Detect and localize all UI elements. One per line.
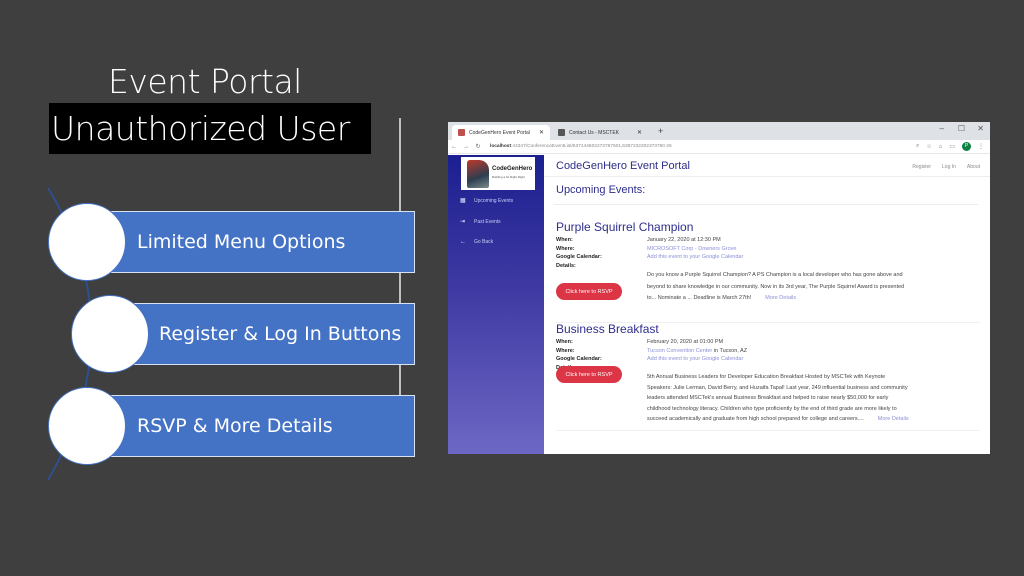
tab-label: Contact Us - MSCTEK bbox=[569, 129, 620, 136]
rsvp-button[interactable]: Click here to RSVP bbox=[556, 366, 622, 383]
sidebar-item-upcoming-events[interactable]: ▦ Upcoming Events bbox=[460, 197, 514, 205]
more-details-link[interactable]: More Details bbox=[878, 416, 909, 422]
extension-icon[interactable]: ▭ bbox=[949, 143, 955, 150]
slide-subtitle: Unauthorized User bbox=[49, 103, 371, 154]
calendar-label: Google Calendar: bbox=[556, 254, 602, 261]
event-details: Do you know a Purple Squirrel Champion? … bbox=[647, 270, 909, 305]
event-title: Business Breakfast bbox=[556, 322, 659, 336]
point-label: Register & Log In Buttons bbox=[159, 323, 402, 345]
back-icon[interactable]: ← bbox=[448, 144, 460, 150]
top-nav: Register Log In About bbox=[912, 164, 980, 170]
tab-event-portal[interactable]: CodeGenHero Event Portal ✕ bbox=[452, 125, 550, 140]
point-register-login: Register & Log In Buttons bbox=[108, 303, 415, 365]
point-circle bbox=[71, 295, 149, 373]
location-text: in Tucson, AZ bbox=[712, 347, 748, 354]
sidebar-item-past-events[interactable]: ⇥ Past Events bbox=[460, 218, 501, 226]
location-link[interactable]: MICROSOFT Corp - Downers Grove bbox=[647, 246, 736, 252]
star-icon[interactable]: ☆ bbox=[926, 143, 931, 150]
new-tab-button[interactable]: + bbox=[658, 126, 663, 136]
tab-bar: CodeGenHero Event Portal ✕ Contact Us - … bbox=[448, 122, 990, 140]
url-path: :44347/ConferenceEventList/6371446022737… bbox=[511, 144, 672, 149]
register-link[interactable]: Register bbox=[912, 164, 931, 170]
calendar-icon: ▦ bbox=[460, 198, 466, 204]
point-circle bbox=[48, 203, 126, 281]
app-sidebar: CodeGenHero Building a bit Right Right ▦… bbox=[448, 155, 544, 454]
location-link[interactable]: Tucson Convention Center bbox=[647, 348, 712, 354]
where-label: Where: bbox=[556, 245, 575, 252]
event-card: Purple Squirrel Champion When: January 22… bbox=[556, 220, 980, 323]
codegenhero-logo[interactable]: CodeGenHero Building a bit Right Right bbox=[461, 157, 535, 190]
app-header: CodeGenHero Event Portal Register Log In… bbox=[544, 155, 990, 177]
event-card: Business Breakfast When: February 20, 202… bbox=[556, 322, 980, 452]
slide-title: Event Portal bbox=[108, 62, 302, 101]
point-circle bbox=[48, 387, 126, 465]
close-window-icon[interactable]: ✕ bbox=[977, 124, 984, 133]
extension-icon[interactable]: ⌂ bbox=[939, 144, 943, 150]
details-label: Details: bbox=[556, 262, 576, 269]
event-when: January 22, 2020 at 12:30 PM bbox=[647, 237, 721, 243]
calendar-label: Google Calendar: bbox=[556, 356, 602, 363]
rsvp-button[interactable]: Click here to RSVP bbox=[556, 283, 622, 300]
app-title: CodeGenHero Event Portal bbox=[556, 160, 690, 172]
about-link[interactable]: About bbox=[967, 164, 980, 170]
event-when: February 20, 2020 at 01:00 PM bbox=[647, 339, 724, 345]
hero-mascot-icon bbox=[467, 160, 489, 188]
address-bar: ← → ↻ localhost:44347/ConferenceEventLis… bbox=[448, 140, 990, 154]
sign-in-icon: ⇥ bbox=[460, 219, 466, 225]
sidebar-item-label: Past Events bbox=[474, 218, 501, 225]
reload-icon[interactable]: ↻ bbox=[472, 143, 484, 150]
logo-brand: CodeGenHero bbox=[492, 166, 533, 172]
arrow-left-icon: ← bbox=[460, 239, 466, 245]
close-tab-icon[interactable]: ✕ bbox=[637, 129, 642, 136]
url-host: localhost bbox=[490, 144, 512, 149]
sidebar-item-go-back[interactable]: ← Go Back bbox=[460, 239, 493, 245]
when-label: When: bbox=[556, 237, 573, 243]
zoom-icon[interactable]: ⌕ bbox=[916, 143, 919, 150]
when-label: When: bbox=[556, 339, 573, 345]
minimize-icon[interactable]: – bbox=[940, 124, 944, 133]
close-tab-icon[interactable]: ✕ bbox=[539, 129, 544, 136]
point-label: Limited Menu Options bbox=[137, 231, 346, 253]
favicon-icon bbox=[458, 129, 465, 136]
event-details: 5th Annual Business Leaders for Develope… bbox=[647, 372, 909, 425]
browser-screenshot: CodeGenHero Event Portal ✕ Contact Us - … bbox=[448, 122, 990, 454]
section-divider bbox=[554, 204, 978, 205]
google-calendar-link[interactable]: Add this event to your Google Calendar bbox=[647, 253, 743, 262]
url-input[interactable]: localhost:44347/ConferenceEventList/6371… bbox=[490, 144, 672, 149]
tab-label: CodeGenHero Event Portal bbox=[469, 129, 530, 136]
where-label: Where: bbox=[556, 347, 575, 354]
point-limited-menu: Limited Menu Options bbox=[84, 211, 415, 273]
event-title: Purple Squirrel Champion bbox=[556, 220, 694, 234]
event-details-text: 5th Annual Business Leaders for Develope… bbox=[647, 374, 908, 422]
toolbar-icons: ⌕ ☆ ⌂ ▭ P ⋮ bbox=[916, 142, 984, 151]
sidebar-item-label: Upcoming Events bbox=[474, 197, 514, 204]
app-main: CodeGenHero Event Portal Register Log In… bbox=[544, 155, 990, 454]
favicon-icon bbox=[558, 129, 565, 136]
forward-icon[interactable]: → bbox=[460, 144, 472, 150]
point-rsvp-details: RSVP & More Details bbox=[84, 395, 415, 457]
section-title: Upcoming Events: bbox=[556, 184, 646, 196]
menu-icon[interactable]: ⋮ bbox=[978, 143, 984, 150]
more-details-link[interactable]: More Details bbox=[765, 295, 796, 301]
login-link[interactable]: Log In bbox=[942, 164, 956, 170]
point-label: RSVP & More Details bbox=[137, 415, 333, 437]
maximize-icon[interactable]: ☐ bbox=[958, 124, 965, 133]
tab-contact-us[interactable]: Contact Us - MSCTEK ✕ bbox=[552, 125, 648, 140]
profile-avatar[interactable]: P bbox=[962, 142, 971, 151]
logo-tagline: Building a bit Right Right bbox=[492, 175, 525, 179]
sidebar-item-label: Go Back bbox=[474, 239, 494, 245]
google-calendar-link[interactable]: Add this event to your Google Calendar bbox=[647, 355, 743, 364]
event-divider bbox=[556, 430, 980, 431]
